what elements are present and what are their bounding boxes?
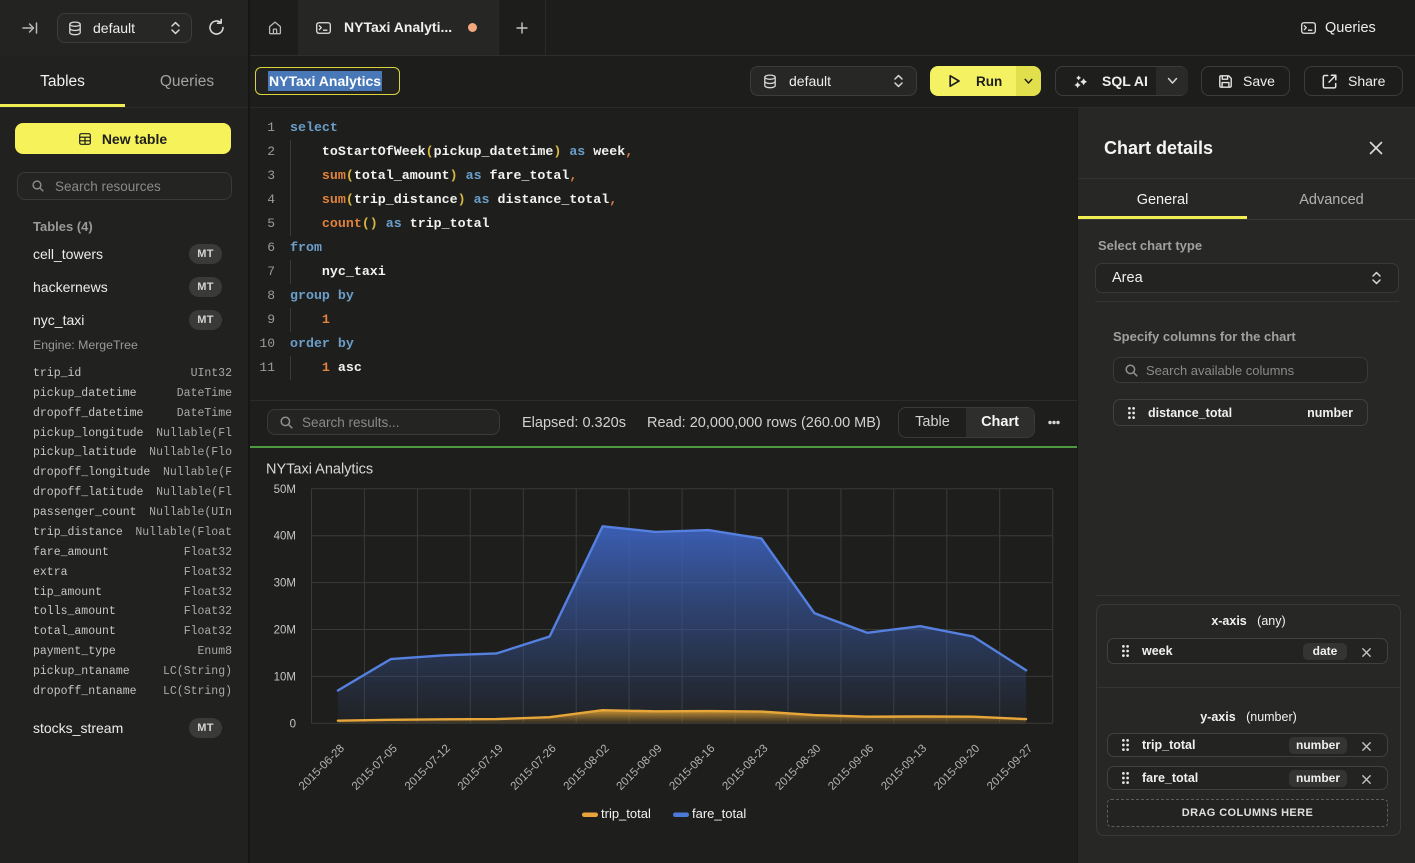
svg-text:2015-08-30: 2015-08-30 [773,743,823,793]
svg-text:2015-08-02: 2015-08-02 [562,743,612,793]
svg-text:2015-07-12: 2015-07-12 [403,743,453,793]
svg-text:2015-09-13: 2015-09-13 [879,743,929,793]
svg-text:50M: 50M [274,484,296,496]
svg-text:2015-09-06: 2015-09-06 [826,743,876,793]
svg-text:2015-07-26: 2015-07-26 [509,743,559,793]
svg-text:2015-07-05: 2015-07-05 [350,743,400,793]
svg-text:2015-08-16: 2015-08-16 [667,743,717,793]
svg-text:10M: 10M [274,671,296,683]
svg-text:2015-08-23: 2015-08-23 [720,743,770,793]
svg-text:2015-06-28: 2015-06-28 [297,743,347,793]
svg-text:40M: 40M [274,531,296,543]
svg-text:2015-09-27: 2015-09-27 [985,743,1035,793]
svg-text:trip_total: trip_total [601,806,651,821]
svg-text:NYTaxi Analytics: NYTaxi Analytics [266,462,373,478]
svg-text:fare_total: fare_total [692,806,746,821]
svg-text:2015-08-09: 2015-08-09 [615,743,665,793]
svg-text:2015-09-20: 2015-09-20 [932,743,982,793]
svg-text:30M: 30M [274,578,296,590]
svg-text:2015-07-19: 2015-07-19 [456,743,506,793]
svg-text:0: 0 [290,718,296,730]
svg-text:20M: 20M [274,625,296,637]
